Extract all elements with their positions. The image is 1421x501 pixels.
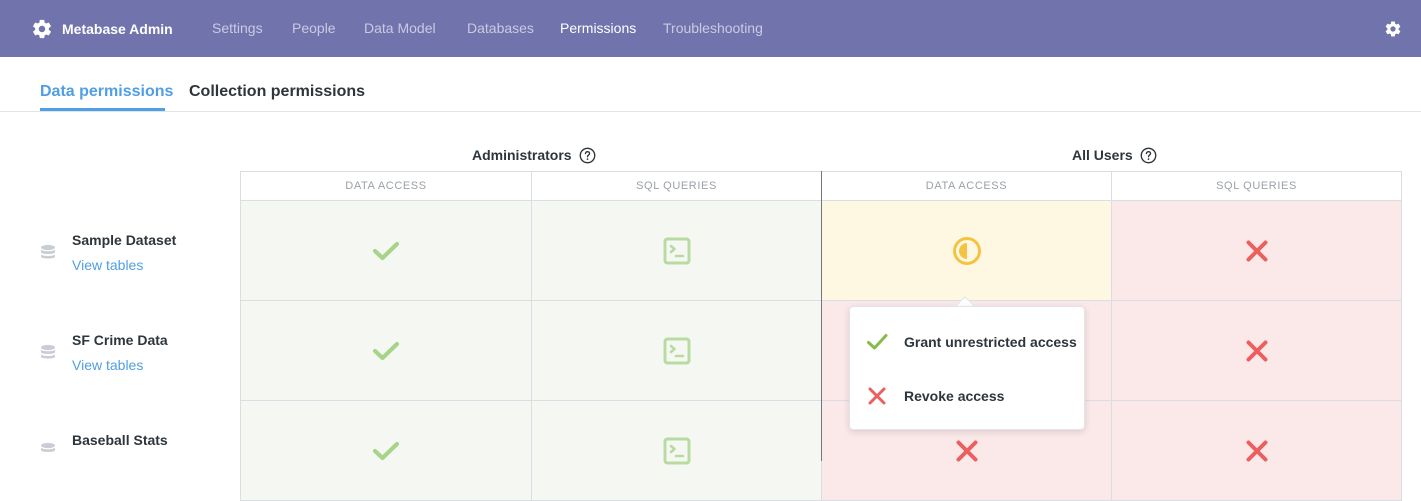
column-header-admin-sql-queries: SQL QUERIES [532, 171, 822, 201]
grant-access-label: Grant unrestricted access [904, 334, 1077, 350]
brand[interactable]: Metabase Admin [31, 17, 173, 41]
sql-console-icon [663, 337, 690, 364]
group-divider [821, 171, 822, 461]
group-header-administrators: Administrators [472, 146, 596, 164]
nav-item-databases[interactable]: Databases [467, 20, 534, 36]
sql-console-icon [663, 437, 690, 464]
nav-item-people[interactable]: People [292, 20, 336, 36]
revoke-access-label: Revoke access [904, 388, 1005, 404]
partial-access-icon [952, 236, 981, 265]
database-name: Baseball Stats [72, 432, 168, 448]
permission-cell-selected[interactable] [822, 201, 1112, 301]
help-icon[interactable] [1140, 147, 1157, 164]
database-icon [41, 244, 55, 259]
sql-console-icon [663, 237, 690, 264]
group-name: Administrators [472, 147, 572, 163]
close-icon [1246, 440, 1267, 461]
check-icon [372, 341, 400, 360]
permission-cell[interactable] [240, 201, 532, 301]
database-name: SF Crime Data [72, 332, 168, 348]
close-icon [1246, 240, 1267, 261]
nav-item-troubleshooting[interactable]: Troubleshooting [663, 20, 763, 36]
nav-item-settings[interactable]: Settings [212, 20, 263, 36]
permissions-tabs: Data permissions Collection permissions [0, 57, 1421, 112]
permission-cell[interactable] [240, 401, 532, 501]
permission-cell[interactable] [240, 301, 532, 401]
column-header-all-users-data-access: DATA ACCESS [822, 171, 1112, 201]
top-nav-bar: Metabase Admin Settings People Data Mode… [0, 0, 1421, 57]
group-header-all-users: All Users [1072, 146, 1157, 164]
brand-title: Metabase Admin [62, 21, 173, 37]
view-tables-link[interactable]: View tables [72, 357, 143, 373]
check-icon [372, 241, 400, 260]
permission-cell[interactable] [532, 201, 822, 301]
tab-collection-permissions[interactable]: Collection permissions [189, 83, 365, 101]
view-tables-link[interactable]: View tables [72, 257, 143, 273]
nav-item-data-model[interactable]: Data Model [364, 20, 436, 36]
check-icon [867, 334, 888, 350]
close-icon [1246, 340, 1267, 361]
group-name: All Users [1072, 147, 1133, 163]
database-icon [41, 344, 55, 359]
help-icon[interactable] [579, 147, 596, 164]
gear-icon [33, 19, 51, 39]
close-icon [868, 387, 886, 405]
permission-cell[interactable] [1112, 301, 1402, 401]
permission-cell[interactable] [1112, 201, 1402, 301]
nav-item-permissions[interactable]: Permissions [560, 20, 636, 36]
settings-gear-icon[interactable] [1384, 20, 1402, 38]
column-header-all-users-sql-queries: SQL QUERIES [1112, 171, 1402, 201]
database-icon [41, 442, 55, 452]
revoke-access-option[interactable]: Revoke access [866, 384, 1004, 408]
tab-data-permissions[interactable]: Data permissions [40, 83, 173, 101]
column-header-admin-data-access: DATA ACCESS [240, 171, 532, 201]
grant-access-option[interactable]: Grant unrestricted access [866, 330, 1077, 354]
permission-cell[interactable] [532, 401, 822, 501]
database-name: Sample Dataset [72, 232, 177, 248]
permission-cell[interactable] [1112, 401, 1402, 501]
permission-cell[interactable] [532, 301, 822, 401]
permission-popover: Grant unrestricted access Revoke access [849, 306, 1085, 430]
active-tab-indicator [40, 108, 165, 111]
check-icon [372, 441, 400, 460]
close-icon [956, 440, 977, 461]
